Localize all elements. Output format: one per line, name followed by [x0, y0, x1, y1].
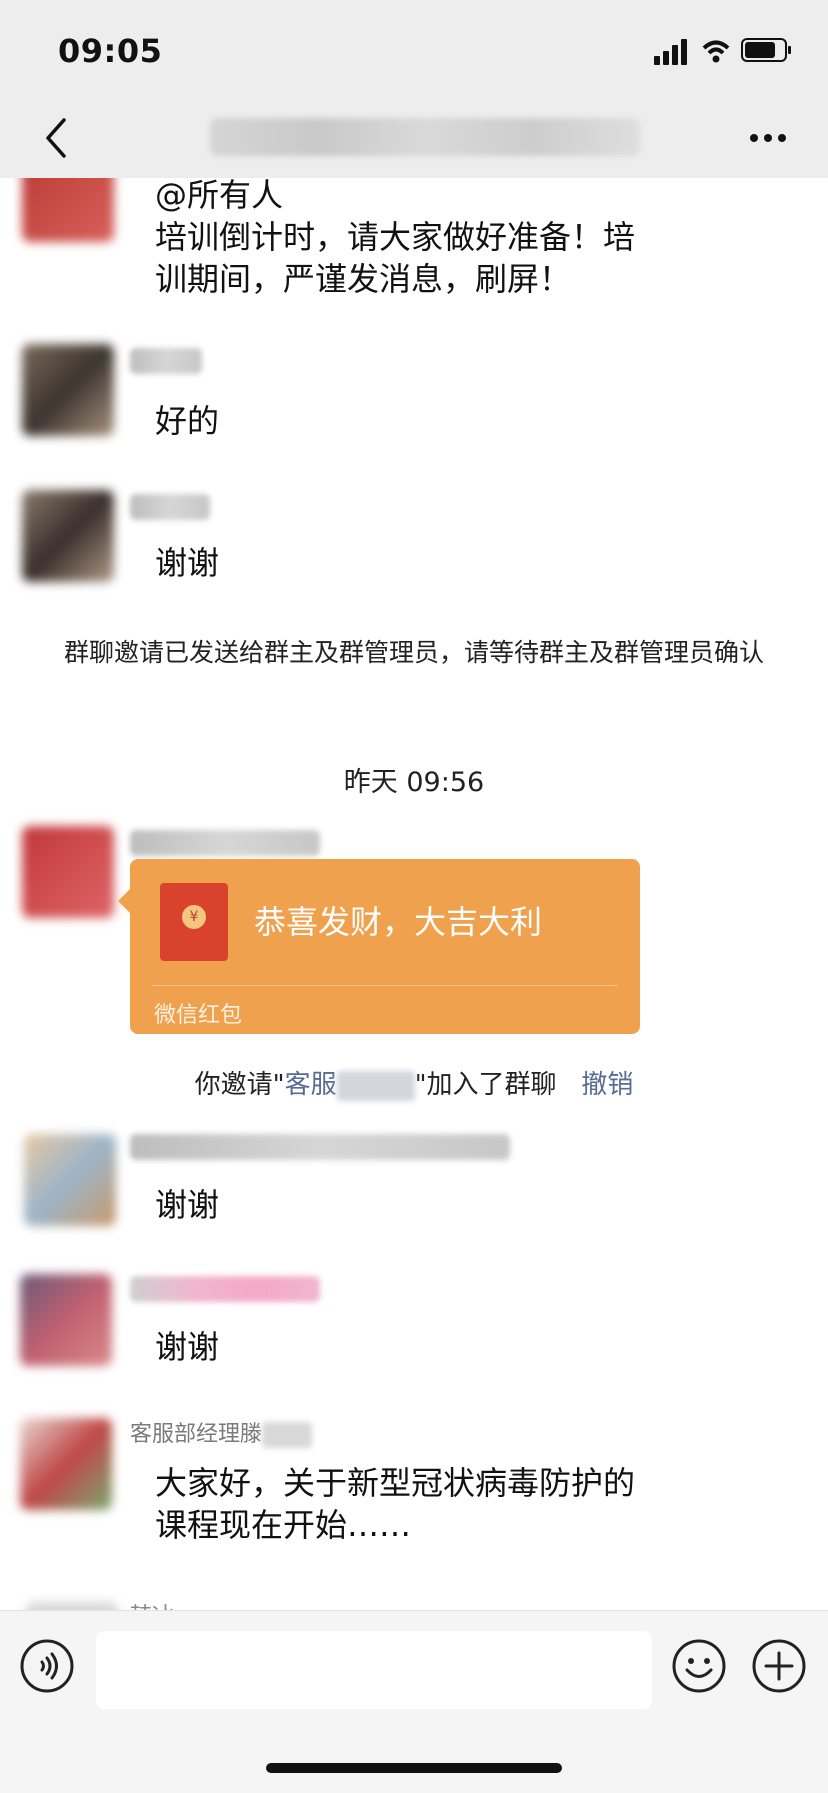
chat-title: [210, 118, 640, 156]
red-envelope-icon: ¥: [160, 883, 228, 961]
chat-header: [0, 100, 828, 178]
plus-icon[interactable]: [752, 1639, 806, 1693]
signal-icon: [654, 39, 687, 65]
invite-notice: 你邀请"客服 "加入了群聊 撤销: [194, 1070, 634, 1101]
emoji-icon[interactable]: [672, 1639, 726, 1693]
sender-name: [130, 1276, 320, 1302]
battery-icon: [741, 38, 791, 62]
red-packet-greeting: 恭喜发财，大吉大利: [254, 903, 543, 941]
status-icons: [654, 38, 791, 65]
sender-name: 韩冰: [130, 1598, 174, 1610]
status-bar: 09:05: [0, 0, 828, 100]
message-list[interactable]: @所有人 培训倒计时，请大家做好准备！培 训期间，严谨发消息，刷屏！ 好的 谢谢…: [0, 178, 828, 1610]
message-input[interactable]: [96, 1631, 652, 1709]
avatar[interactable]: [22, 826, 114, 918]
avatar[interactable]: [20, 1274, 112, 1366]
message-text: 大家好，关于新型冠状病毒防护的 课程现在开始……: [155, 1464, 636, 1544]
avatar[interactable]: [26, 1602, 118, 1610]
voice-icon[interactable]: [20, 1639, 74, 1693]
avatar[interactable]: [20, 1418, 112, 1510]
sender-name: [130, 348, 202, 374]
red-packet-bubble[interactable]: ¥ 恭喜发财，大吉大利 微信红包: [118, 859, 640, 1034]
system-message: 群聊邀请已发送给群主及群管理员，请等待群主及群管理员确认: [63, 638, 764, 667]
avatar[interactable]: [24, 1134, 116, 1226]
sender-name: [130, 494, 210, 520]
message-text: 谢谢: [155, 1328, 220, 1366]
message-text: 谢谢: [155, 544, 220, 582]
red-packet-label: 微信红包: [154, 1003, 243, 1028]
message-text: @所有人 培训倒计时，请大家做好准备！培 训期间，严谨发消息，刷屏！: [155, 178, 636, 298]
bubble-arrow: [118, 889, 130, 913]
message-text: 谢谢: [155, 1186, 220, 1224]
invitee-name-blur: [336, 1070, 415, 1101]
invitee-name[interactable]: 客服: [285, 1070, 337, 1100]
avatar[interactable]: [22, 490, 114, 582]
avatar[interactable]: [22, 344, 114, 436]
wifi-icon: [702, 40, 730, 63]
sender-name-blur: [262, 1422, 313, 1448]
sender-name: 客服部经理滕: [130, 1416, 313, 1448]
coin-icon: ¥: [182, 905, 206, 929]
ellipsis-icon[interactable]: [748, 128, 788, 148]
chevron-left-icon[interactable]: [38, 114, 78, 162]
divider: [152, 985, 618, 986]
avatar[interactable]: [22, 178, 114, 242]
revoke-link[interactable]: 撤销: [581, 1070, 633, 1100]
home-indicator: [266, 1763, 562, 1773]
timestamp: 昨天 09:56: [343, 767, 485, 798]
status-time: 09:05: [58, 32, 163, 70]
sender-name: [130, 830, 320, 856]
message-text: 好的: [155, 402, 220, 440]
sender-name: [130, 1134, 510, 1160]
input-bar: [0, 1610, 828, 1793]
